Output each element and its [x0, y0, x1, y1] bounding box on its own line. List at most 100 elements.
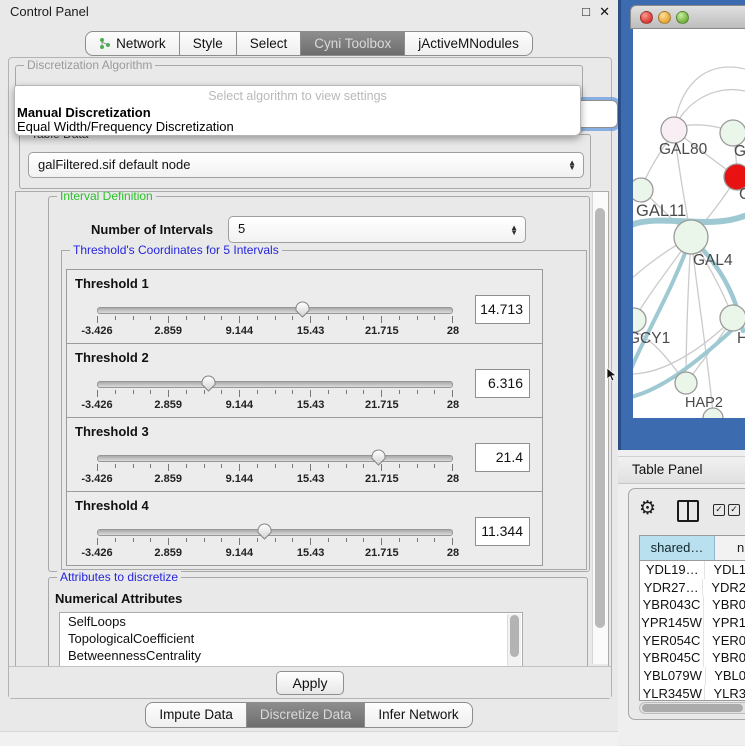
tab-cyni-toolbox[interactable]: Cyni Toolbox: [301, 31, 405, 56]
slider-tick-labels: -3.4262.8599.14415.4321.71528: [97, 399, 453, 411]
float-window-icon[interactable]: □: [582, 4, 590, 19]
list-item[interactable]: BetweennessCentrality: [60, 647, 522, 664]
table-row[interactable]: YPR145WYPR1: [640, 614, 745, 632]
tick-label: -3.426: [81, 325, 112, 337]
table-row[interactable]: YBL079WYBL0: [640, 667, 745, 685]
threshold-1-slider[interactable]: [97, 307, 453, 314]
cell[interactable]: YPR145W: [640, 614, 704, 632]
threshold-2-value-field[interactable]: 6.316: [475, 369, 530, 398]
vertical-scrollbar[interactable]: [592, 192, 608, 664]
table-row[interactable]: YER054CYER0: [640, 632, 745, 650]
node-label-gal11: GAL11: [636, 202, 686, 220]
list-scrollbar[interactable]: [507, 614, 521, 667]
numerical-attributes-list[interactable]: SelfLoops TopologicalCoefficient Between…: [59, 612, 523, 667]
scrollbar-thumb[interactable]: [642, 704, 743, 712]
table-row[interactable]: YBR045CYBR0: [640, 649, 745, 667]
threshold-2-slider[interactable]: [97, 381, 453, 388]
bottom-tab-bar: Impute Data Discretize Data Infer Networ…: [0, 702, 618, 728]
cell[interactable]: YER054C: [640, 632, 704, 650]
number-of-intervals-combobox[interactable]: 5 ▲▼: [228, 216, 526, 243]
list-item[interactable]: SelfLoops: [60, 613, 522, 630]
dropdown-option-equal-width-frequency[interactable]: Equal Width/Frequency Discretization: [17, 119, 234, 134]
zoom-traffic-light-icon[interactable]: [676, 11, 689, 24]
threshold-3-slider[interactable]: [97, 455, 453, 462]
threshold-3-value-field[interactable]: 21.4: [475, 443, 530, 472]
threshold-1-value-field[interactable]: 14.713: [475, 295, 530, 324]
combobox-value: galFiltered.sif default node: [38, 157, 190, 172]
cell[interactable]: YBR043C: [640, 596, 704, 614]
column-header-name[interactable]: n: [715, 536, 745, 560]
cell[interactable]: YPR1: [704, 614, 745, 632]
checkbox-icon[interactable]: ✓: [728, 504, 740, 516]
cell[interactable]: YBL0: [706, 667, 745, 685]
combobox-value: 5: [238, 221, 245, 236]
tab-jactivemnodules[interactable]: jActiveMNodules: [405, 31, 533, 56]
cell[interactable]: YBL079W: [640, 667, 706, 685]
threshold-4-value-field[interactable]: 11.344: [475, 517, 530, 546]
cell[interactable]: YER0: [704, 632, 745, 650]
tab-impute-data[interactable]: Impute Data: [145, 702, 247, 728]
checkbox-icon[interactable]: ✓: [713, 504, 725, 516]
interval-definition-group: Interval Definition Number of Intervals …: [48, 196, 590, 572]
tab-label: Cyni Toolbox: [314, 36, 391, 51]
algorithm-dropdown-popup: Select algorithm to view settings Manual…: [14, 85, 581, 136]
cell[interactable]: YBR0: [704, 596, 745, 614]
scrollbar-thumb[interactable]: [595, 208, 605, 628]
tick-label: 2.859: [154, 325, 182, 337]
close-traffic-light-icon[interactable]: [640, 11, 653, 24]
table-data-combobox[interactable]: galFiltered.sif default node ▲▼: [28, 152, 584, 178]
dropdown-placeholder[interactable]: Select algorithm to view settings: [15, 89, 580, 103]
dropdown-option-manual-discretization[interactable]: Manual Discretization: [17, 105, 151, 120]
network-canvas[interactable]: GAL80 GA C GAL11 GAL4 GCY1 H HAP2: [633, 29, 745, 418]
cell[interactable]: YBR0: [704, 649, 745, 667]
column-header-shared-name[interactable]: shared…: [640, 536, 715, 560]
tab-discretize-data[interactable]: Discretize Data: [247, 702, 366, 728]
split-view-icon[interactable]: [677, 500, 699, 522]
cell[interactable]: YDL1: [705, 561, 745, 579]
close-icon[interactable]: ✕: [599, 4, 610, 20]
table-row[interactable]: YDR27…YDR2: [640, 579, 745, 597]
minimize-traffic-light-icon[interactable]: [658, 11, 671, 24]
threshold-4-slider[interactable]: [97, 529, 453, 536]
cell[interactable]: YLR345W: [640, 685, 705, 701]
scrollbar-thumb[interactable]: [510, 615, 519, 657]
threshold-label: Threshold 4: [75, 498, 149, 513]
node-gal11: [633, 178, 653, 202]
cell[interactable]: YDR27…: [640, 579, 703, 597]
table-panel: ⚙ ✓ ✓ shared… n YDL19…YDL1 YDR27…YDR2 YB…: [628, 488, 745, 720]
table-data-group: Table Data galFiltered.sif default node …: [19, 134, 591, 189]
cell[interactable]: YDR2: [703, 579, 745, 597]
apply-button[interactable]: Apply: [276, 671, 344, 695]
tab-infer-network[interactable]: Infer Network: [365, 702, 472, 728]
tick-label: -3.426: [81, 399, 112, 411]
screen: Control Panel □ ✕ Network Style Select C…: [0, 0, 745, 745]
tab-select[interactable]: Select: [237, 31, 302, 56]
threshold-label: Threshold 3: [75, 424, 149, 439]
tab-style[interactable]: Style: [180, 31, 237, 56]
table-row[interactable]: YLR345WYLR3: [640, 685, 745, 701]
table-row[interactable]: YDL19…YDL1: [640, 561, 745, 579]
mouse-cursor-icon: [606, 367, 617, 387]
cell[interactable]: YLR3: [705, 685, 745, 701]
cell[interactable]: YDL19…: [640, 561, 705, 579]
number-of-intervals-label: Number of Intervals: [91, 222, 213, 237]
list-item[interactable]: TopologicalCoefficient: [60, 630, 522, 647]
threshold-3-panel: Threshold 3 -3.4262.8599.14415.4321.7152…: [66, 417, 543, 492]
panel-title: Control Panel: [10, 4, 89, 19]
node-label-right-mid: H: [737, 330, 745, 347]
horizontal-scrollbar[interactable]: [639, 702, 745, 714]
threshold-4-panel: Threshold 4 -3.4262.8599.14415.4321.7152…: [66, 491, 543, 566]
node-label-top-right: GA: [734, 143, 745, 160]
attributes-to-discretize-group: Attributes to discretize Numerical Attri…: [48, 577, 588, 667]
slider-tick-labels: -3.4262.8599.14415.4321.71528: [97, 325, 453, 337]
node-gal4: [674, 220, 708, 254]
table-row[interactable]: YBR043CYBR0: [640, 596, 745, 614]
tab-network[interactable]: Network: [85, 31, 180, 56]
cell[interactable]: YBR045C: [640, 649, 704, 667]
gear-icon[interactable]: ⚙: [639, 497, 656, 520]
threshold-2-panel: Threshold 2 -3.4262.8599.14415.4321.7152…: [66, 343, 543, 418]
tick-label: 28: [447, 547, 459, 559]
network-window-titlebar[interactable]: [630, 5, 745, 29]
thresholds-group: Threshold's Coordinates for 5 Intervals …: [61, 250, 587, 570]
table-panel-title: Table Panel: [632, 462, 703, 477]
